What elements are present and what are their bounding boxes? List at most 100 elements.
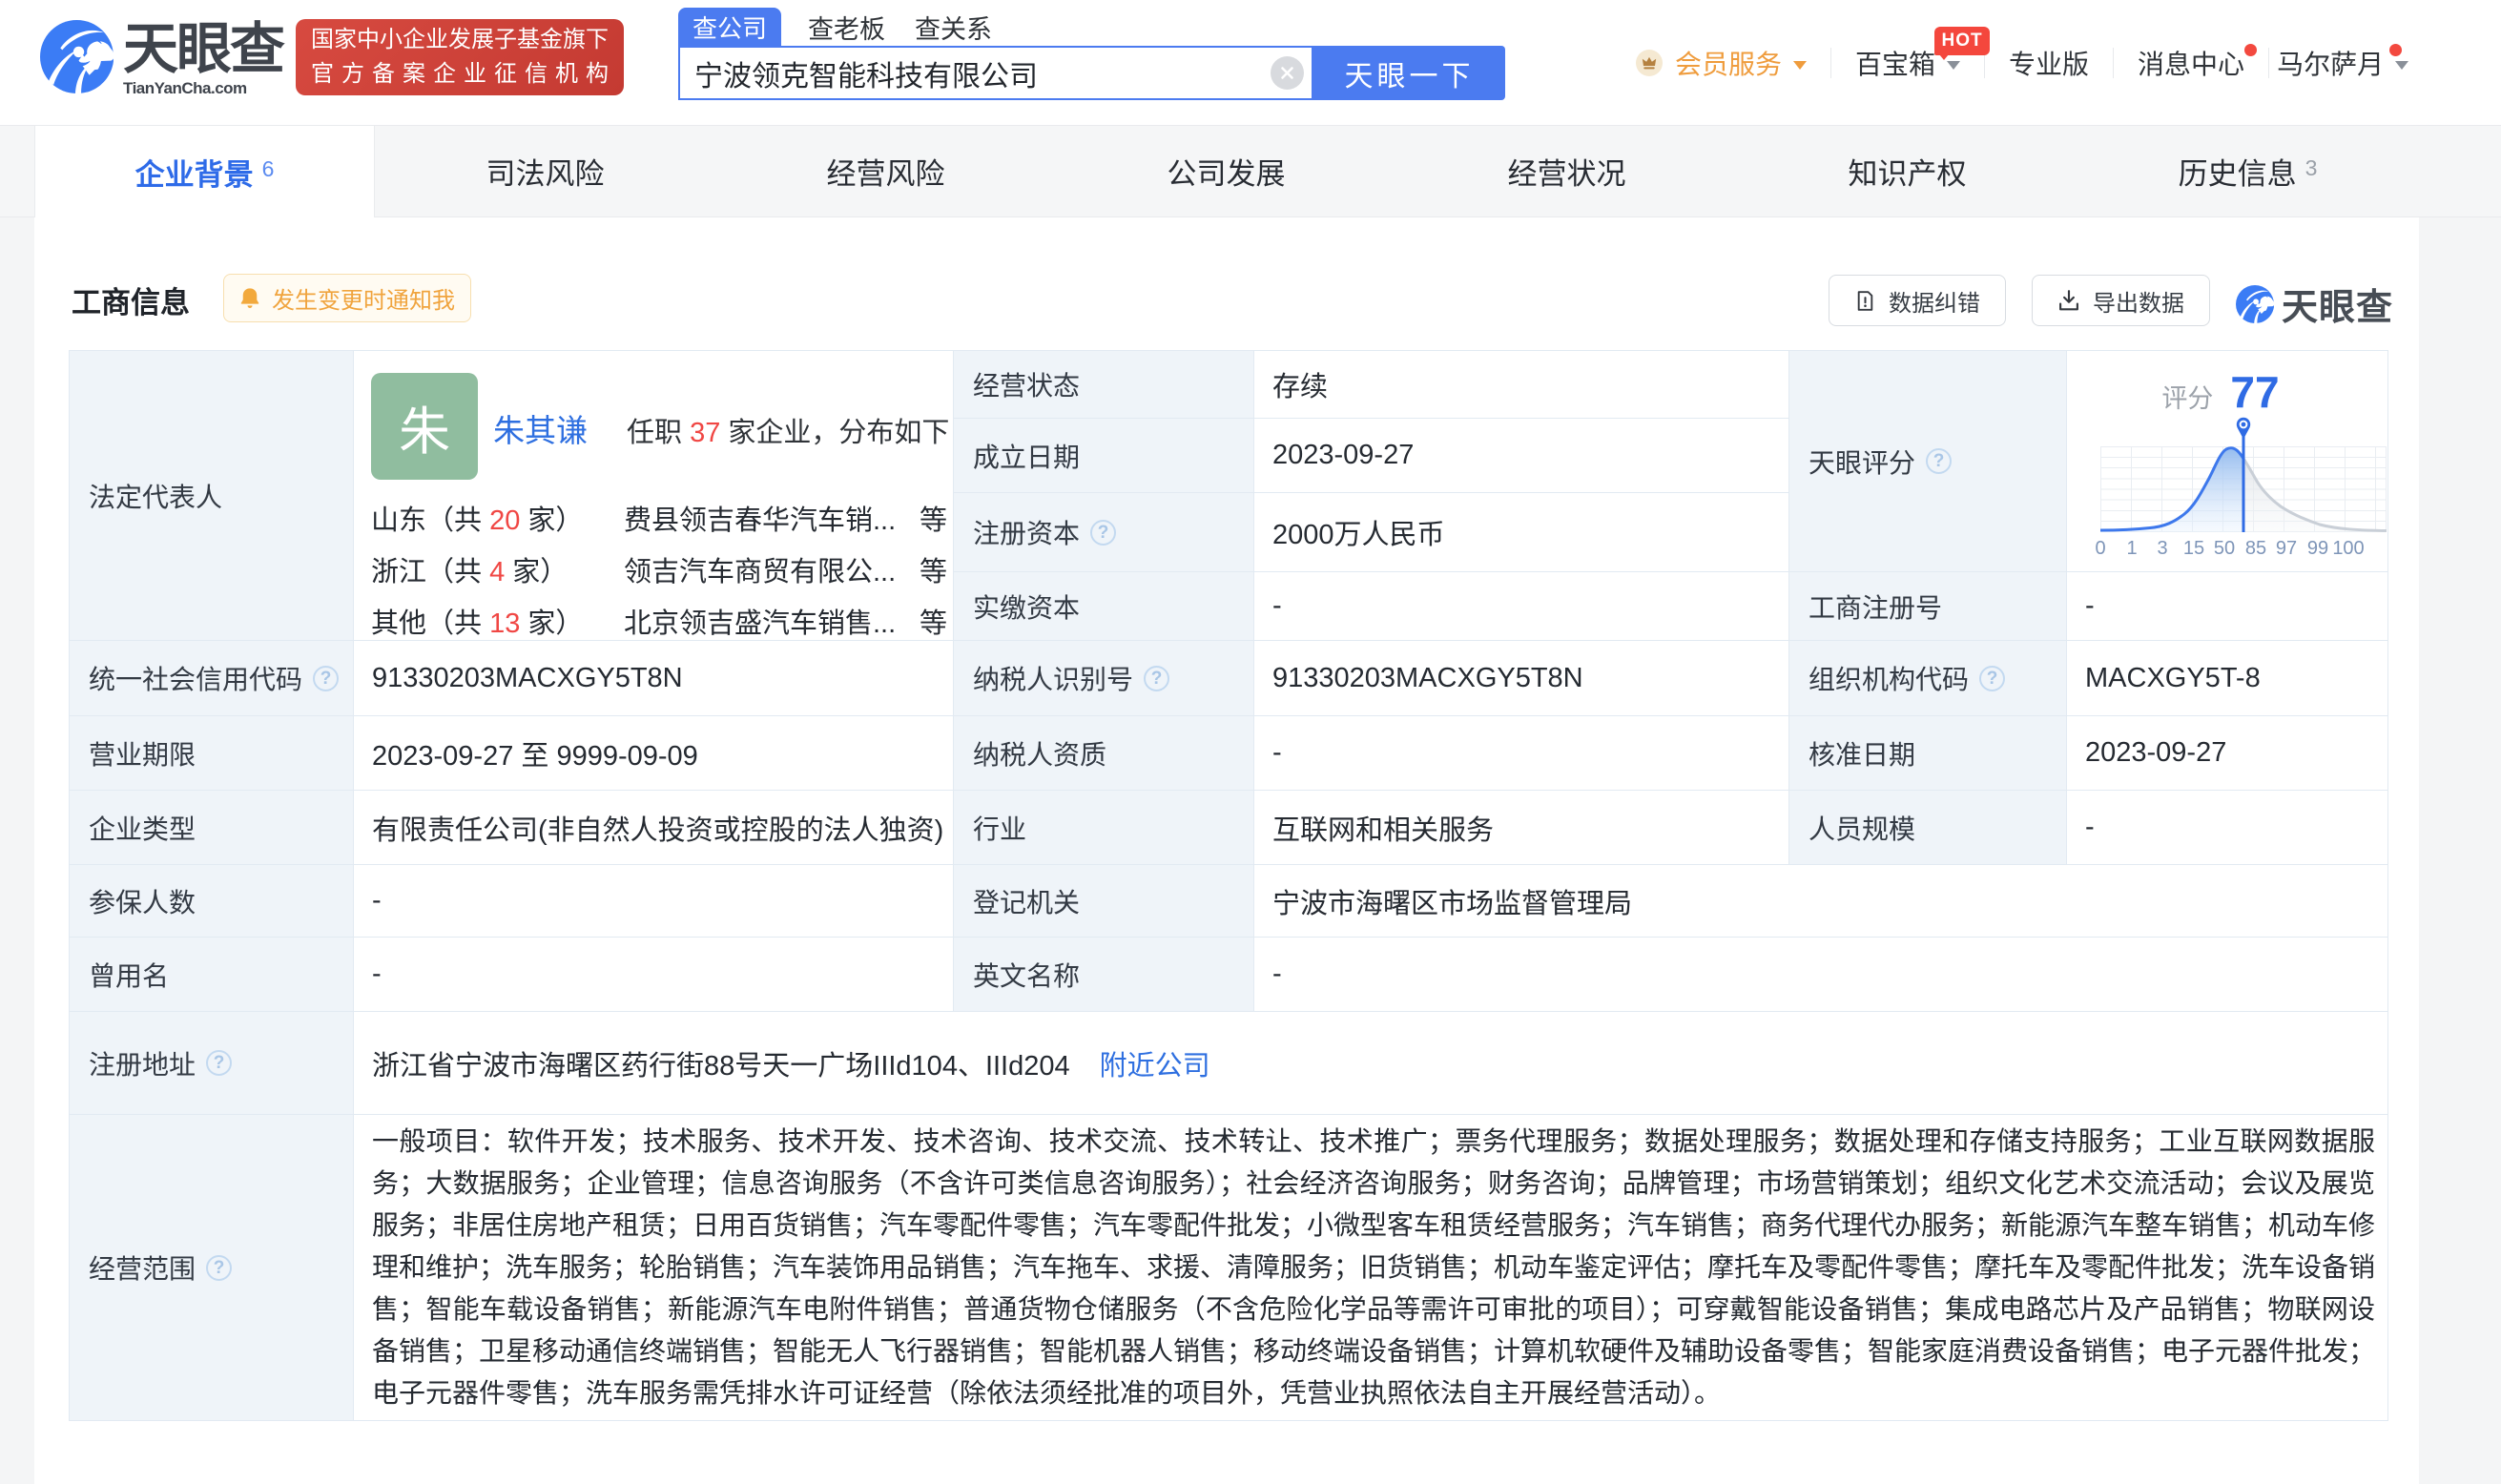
correct-button-label: 数据纠错 — [1889, 284, 1980, 318]
crown-icon — [1636, 50, 1663, 76]
hot-badge: HOT — [1934, 27, 1990, 55]
search-tab-relation[interactable]: 查关系 — [905, 9, 1002, 46]
field-value-biz-scope: 一般项目：软件开发；技术服务、技术开发、技术咨询、技术交流、技术转让、技术推广；… — [354, 1115, 2388, 1421]
business-info-table: 法定代表人 朱 朱其谦 任职 37 家企业，分布如下 山东（共 20 家） 费县… — [69, 350, 2388, 1421]
company-nav-tabs: 企业背景6 司法风险 经营风险 公司发展 经营状况 知识产权 历史信息3 — [0, 125, 2501, 217]
region-more[interactable]: 等 — [920, 549, 947, 589]
score-value: 77 — [2230, 367, 2279, 417]
field-label-reg-number: 工商注册号 — [1789, 572, 2067, 641]
field-value-taxpayer-id: 91330203MACXGY5T8N — [1254, 641, 1789, 716]
tianyancha-watermark: 天眼查 — [2236, 278, 2393, 330]
region-company-link[interactable]: 北京领吉盛汽车销售... — [624, 601, 914, 641]
region-distribution-row: 浙江（共 4 家） 领吉汽车商贸有限公... 等 — [371, 550, 947, 588]
field-value-former-name: - — [354, 938, 954, 1012]
clear-search-icon[interactable] — [1271, 56, 1304, 90]
field-label-taxpayer-quality: 纳税人资质 — [954, 716, 1254, 791]
field-value-status: 存续 — [1254, 351, 1789, 419]
badge-line1: 国家中小企业发展子基金旗下 — [311, 23, 609, 57]
notify-on-change-button[interactable]: 发生变更时通知我 — [223, 274, 471, 322]
logo-domain: TianYanCha.com — [123, 79, 283, 98]
legal-rep-tenure: 任职 37 家企业，分布如下 — [627, 410, 949, 450]
help-icon[interactable]: ? — [1144, 666, 1169, 691]
field-value-insured-count: - — [354, 865, 954, 938]
search-submit-button[interactable]: 天眼一下 — [1313, 46, 1505, 100]
field-label-taxpayer-id: 纳税人识别号? — [954, 641, 1254, 716]
field-label-status: 经营状态 — [954, 351, 1254, 419]
nearby-companies-link[interactable]: 附近公司 — [1100, 1043, 1210, 1083]
search-input-wrap — [678, 46, 1313, 100]
top-header: 天眼查 TianYanCha.com 国家中小企业发展子基金旗下 官方备案企业征… — [0, 0, 2501, 125]
field-label-legal-rep: 法定代表人 — [70, 351, 354, 641]
tab-history-info[interactable]: 历史信息3 — [2077, 126, 2418, 216]
search-module: 查公司 查老板 查关系 天眼一下 — [678, 8, 1505, 100]
data-correction-button[interactable]: 数据纠错 — [1829, 275, 2006, 326]
tab-count: 3 — [2305, 155, 2318, 181]
score-distribution-chart — [2100, 446, 2387, 532]
user-red-dot — [2389, 44, 2402, 56]
field-label-reg-capital: 注册资本? — [954, 493, 1254, 572]
help-icon[interactable]: ? — [206, 1255, 232, 1281]
export-data-button[interactable]: 导出数据 — [2032, 275, 2210, 326]
field-label-biz-term: 营业期限 — [70, 716, 354, 791]
tab-operation-risk[interactable]: 经营风险 — [715, 126, 1056, 216]
field-value-org-code: MACXGY5T-8 — [2067, 641, 2388, 716]
legal-rep-name-link[interactable]: 朱其谦 — [493, 405, 588, 451]
message-red-dot — [2244, 44, 2257, 56]
help-icon[interactable]: ? — [313, 666, 339, 691]
menu-vip-services[interactable]: 会员服务 — [1626, 0, 1830, 125]
official-badge: 国家中小企业发展子基金旗下 官方备案企业征信机构 — [296, 19, 624, 95]
help-icon[interactable]: ? — [1926, 448, 1952, 474]
field-value-reg-authority: 宁波市海曙区市场监督管理局 — [1254, 865, 2388, 938]
tab-judicial-risk[interactable]: 司法风险 — [375, 126, 715, 216]
help-icon[interactable]: ? — [1090, 520, 1116, 546]
field-value-approval-date: 2023-09-27 — [2067, 716, 2388, 791]
search-tab-company[interactable]: 查公司 — [678, 8, 781, 46]
menu-pro-version[interactable]: 专业版 — [1985, 0, 2113, 125]
menu-toolbox[interactable]: 百宝箱 HOT — [1831, 0, 1984, 125]
field-value-company-type: 有限责任公司(非自然人投资或控股的法人独资) — [354, 791, 954, 865]
score-axis-labels: 0131550859799100 — [2100, 538, 2387, 561]
score-pin-icon — [2237, 418, 2250, 440]
bell-icon — [239, 286, 260, 311]
field-value-est-date: 2023-09-27 — [1254, 419, 1789, 493]
menu-vip-label: 会员服务 — [1675, 44, 1782, 82]
section-title: 工商信息 — [72, 278, 190, 321]
menu-message-center[interactable]: 消息中心 — [2114, 0, 2268, 125]
tab-operation-status[interactable]: 经营状况 — [1396, 126, 1737, 216]
site-logo[interactable]: 天眼查 TianYanCha.com — [40, 20, 283, 98]
export-button-label: 导出数据 — [2093, 284, 2184, 318]
legal-rep-avatar[interactable]: 朱 — [371, 373, 478, 480]
region-more[interactable]: 等 — [920, 498, 947, 538]
legal-rep-cell: 朱 朱其谦 任职 37 家企业，分布如下 山东（共 20 家） 费县领吉春华汽车… — [354, 351, 954, 641]
tianyan-score-cell: 评分77 — [2067, 351, 2388, 572]
help-icon[interactable]: ? — [206, 1050, 232, 1076]
region-company-link[interactable]: 费县领吉春华汽车销... — [624, 498, 914, 538]
field-label-insured-count: 参保人数 — [70, 865, 354, 938]
field-value-biz-term: 2023-09-27 至 9999-09-09 — [354, 716, 954, 791]
region-company-link[interactable]: 领吉汽车商贸有限公... — [624, 549, 914, 589]
tab-count: 6 — [262, 156, 275, 182]
field-label-tianyan-score: 天眼评分? — [1789, 351, 2067, 572]
tab-company-background[interactable]: 企业背景6 — [34, 126, 375, 217]
tianyancha-company-page: 天眼查 TianYanCha.com 国家中小企业发展子基金旗下 官方备案企业征… — [0, 0, 2501, 1484]
field-label-est-date: 成立日期 — [954, 419, 1254, 493]
menu-user-account[interactable]: 马尔萨月 — [2269, 0, 2432, 125]
user-menu: 会员服务 百宝箱 HOT 专业版 消息中心 马尔萨月 — [1626, 0, 2432, 125]
field-value-paid-capital: - — [1254, 572, 1789, 641]
field-label-industry: 行业 — [954, 791, 1254, 865]
menu-toolbox-label: 百宝箱 — [1855, 44, 1935, 82]
search-input[interactable] — [680, 48, 1312, 98]
menu-username: 马尔萨月 — [2277, 44, 2384, 82]
field-value-english-name: - — [1254, 938, 2388, 1012]
region-more[interactable]: 等 — [920, 601, 947, 641]
field-label-former-name: 曾用名 — [70, 938, 354, 1012]
search-tab-boss[interactable]: 查老板 — [798, 9, 895, 46]
tab-company-development[interactable]: 公司发展 — [1056, 126, 1396, 216]
tab-intellectual-property[interactable]: 知识产权 — [1737, 126, 2077, 216]
field-label-biz-scope: 经营范围? — [70, 1115, 354, 1421]
field-label-paid-capital: 实缴资本 — [954, 572, 1254, 641]
help-icon[interactable]: ? — [1979, 666, 2005, 691]
report-error-icon — [1854, 290, 1876, 312]
field-value-industry: 互联网和相关服务 — [1254, 791, 1789, 865]
user-caret-icon — [2395, 61, 2408, 70]
